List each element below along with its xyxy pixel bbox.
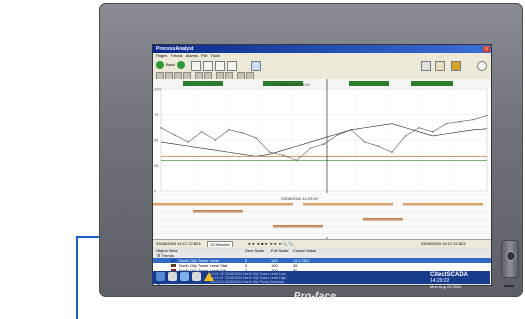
digital-trace bbox=[403, 203, 483, 206]
data-point bbox=[404, 135, 407, 137]
start-time[interactable]: 23/08/2004 14:17:12.823 bbox=[156, 241, 201, 246]
forward-arrow-icon[interactable] bbox=[177, 61, 185, 69]
page-icon-2[interactable] bbox=[203, 61, 213, 71]
tools-icon[interactable] bbox=[435, 61, 445, 71]
end-time[interactable]: 23/08/2004 14:27:12.823 bbox=[421, 241, 466, 246]
data-point bbox=[241, 132, 244, 134]
y-tick-label: 75 bbox=[154, 112, 159, 117]
digital-trace bbox=[303, 203, 393, 206]
alarm-log-icon[interactable] bbox=[168, 272, 177, 281]
screen-icon[interactable] bbox=[251, 61, 261, 71]
data-point bbox=[160, 126, 162, 129]
digital-trace bbox=[153, 203, 293, 206]
data-point bbox=[228, 129, 230, 131]
digital-band-bottom bbox=[153, 193, 491, 237]
digital-on-segment bbox=[411, 81, 453, 86]
y-tick-label: 100 bbox=[154, 87, 161, 92]
trend-chart-svg[interactable]: 23/08/2004 14:29:00 100 75 50 25 0 23/08/2004 … bbox=[153, 79, 491, 239]
alarm-ack-icon[interactable] bbox=[192, 272, 201, 281]
data-point bbox=[282, 154, 285, 157]
data-point bbox=[472, 118, 475, 121]
alarm-summary-icon[interactable] bbox=[156, 272, 165, 281]
data-point bbox=[268, 151, 271, 154]
page-icon-3[interactable] bbox=[215, 61, 225, 71]
data-point bbox=[486, 114, 488, 117]
cursor-time-label: 23/08/2004 14:29:00 bbox=[281, 196, 318, 201]
data-point bbox=[445, 122, 448, 125]
clock-date: Mon Aug 23 2004 bbox=[430, 284, 462, 289]
data-point bbox=[309, 147, 312, 149]
y-tick-label: 0 bbox=[154, 189, 157, 194]
alarm-filter-icon[interactable] bbox=[180, 272, 189, 281]
alarm-line[interactable]: 14:22:15 23/08/2004 North Oily Pump Over… bbox=[210, 280, 284, 284]
data-point bbox=[323, 143, 325, 145]
citect-panel: CitectSCADA 14:29:22 Mon Aug 23 2004 bbox=[430, 272, 488, 289]
callout-line bbox=[76, 236, 78, 319]
top-time-label: 23/08/2004 14:29:00 bbox=[273, 82, 310, 87]
page-icon[interactable] bbox=[191, 61, 201, 71]
digital-on-segment bbox=[183, 81, 223, 86]
home-icon[interactable] bbox=[227, 61, 237, 71]
warning-icon[interactable] bbox=[204, 272, 214, 281]
data-point bbox=[173, 134, 176, 136]
data-point bbox=[377, 145, 380, 147]
back-arrow-icon[interactable] bbox=[156, 61, 164, 69]
playback-controls[interactable]: ◄◄ ◄ ■ ► ►► ● 🔍 🔍 bbox=[247, 241, 293, 246]
data-point bbox=[418, 126, 420, 129]
y-tick-label: 50 bbox=[154, 138, 159, 143]
app-window: ProcessAnalyst x Pages Trends Alarms File To… bbox=[152, 44, 492, 286]
brand-logo: Pro-face bbox=[293, 291, 337, 302]
title-bar: ProcessAnalyst x bbox=[153, 45, 491, 53]
users-icon[interactable] bbox=[451, 61, 461, 71]
data-point bbox=[214, 139, 217, 141]
help-icon[interactable] bbox=[477, 61, 487, 71]
trend-chart[interactable]: 23/08/2004 14:29:00 100 75 50 25 0 23/08/2004 … bbox=[153, 79, 491, 239]
callout-tick bbox=[76, 236, 100, 238]
power-button[interactable] bbox=[501, 240, 519, 278]
back-label[interactable]: Back bbox=[166, 62, 175, 67]
pen-color-swatch bbox=[171, 264, 176, 267]
power-led-icon bbox=[506, 251, 516, 261]
y-tick-label: 25 bbox=[154, 163, 159, 168]
data-point bbox=[431, 131, 434, 133]
pen-color-swatch bbox=[171, 259, 176, 262]
print-icon[interactable] bbox=[421, 61, 431, 71]
bezel-slot bbox=[504, 285, 514, 287]
data-point bbox=[391, 151, 393, 154]
close-button[interactable]: x bbox=[483, 46, 490, 52]
data-point bbox=[255, 137, 257, 139]
data-point bbox=[459, 120, 461, 123]
window-title: ProcessAnalyst bbox=[156, 46, 194, 52]
data-point bbox=[363, 141, 366, 143]
digital-on-segment bbox=[349, 81, 389, 86]
data-point bbox=[187, 141, 189, 143]
data-point bbox=[200, 131, 203, 133]
